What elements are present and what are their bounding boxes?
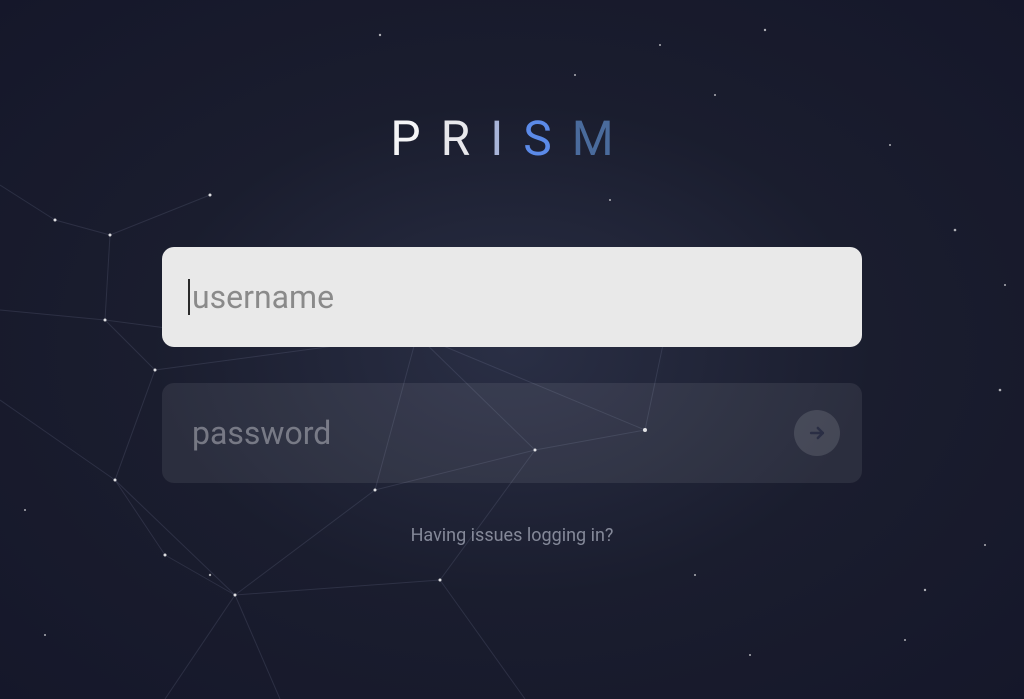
login-form [162, 247, 862, 483]
login-container: P R I S M Having issues logging in? [0, 0, 1024, 699]
help-link[interactable]: Having issues logging in? [411, 525, 614, 546]
text-cursor [188, 279, 190, 315]
logo-letter-r: R [441, 110, 491, 167]
logo-letter-s: S [523, 110, 572, 167]
arrow-right-icon [807, 423, 827, 443]
username-field-wrapper [162, 247, 862, 347]
logo-letter-i: I [490, 110, 523, 167]
logo-letter-p: P [390, 110, 440, 167]
submit-button[interactable] [794, 410, 840, 456]
logo-letter-m: M [572, 110, 634, 167]
password-input[interactable] [162, 383, 862, 483]
brand-logo: P R I S M [390, 110, 633, 167]
password-field-wrapper [162, 383, 862, 483]
username-input[interactable] [162, 247, 862, 347]
